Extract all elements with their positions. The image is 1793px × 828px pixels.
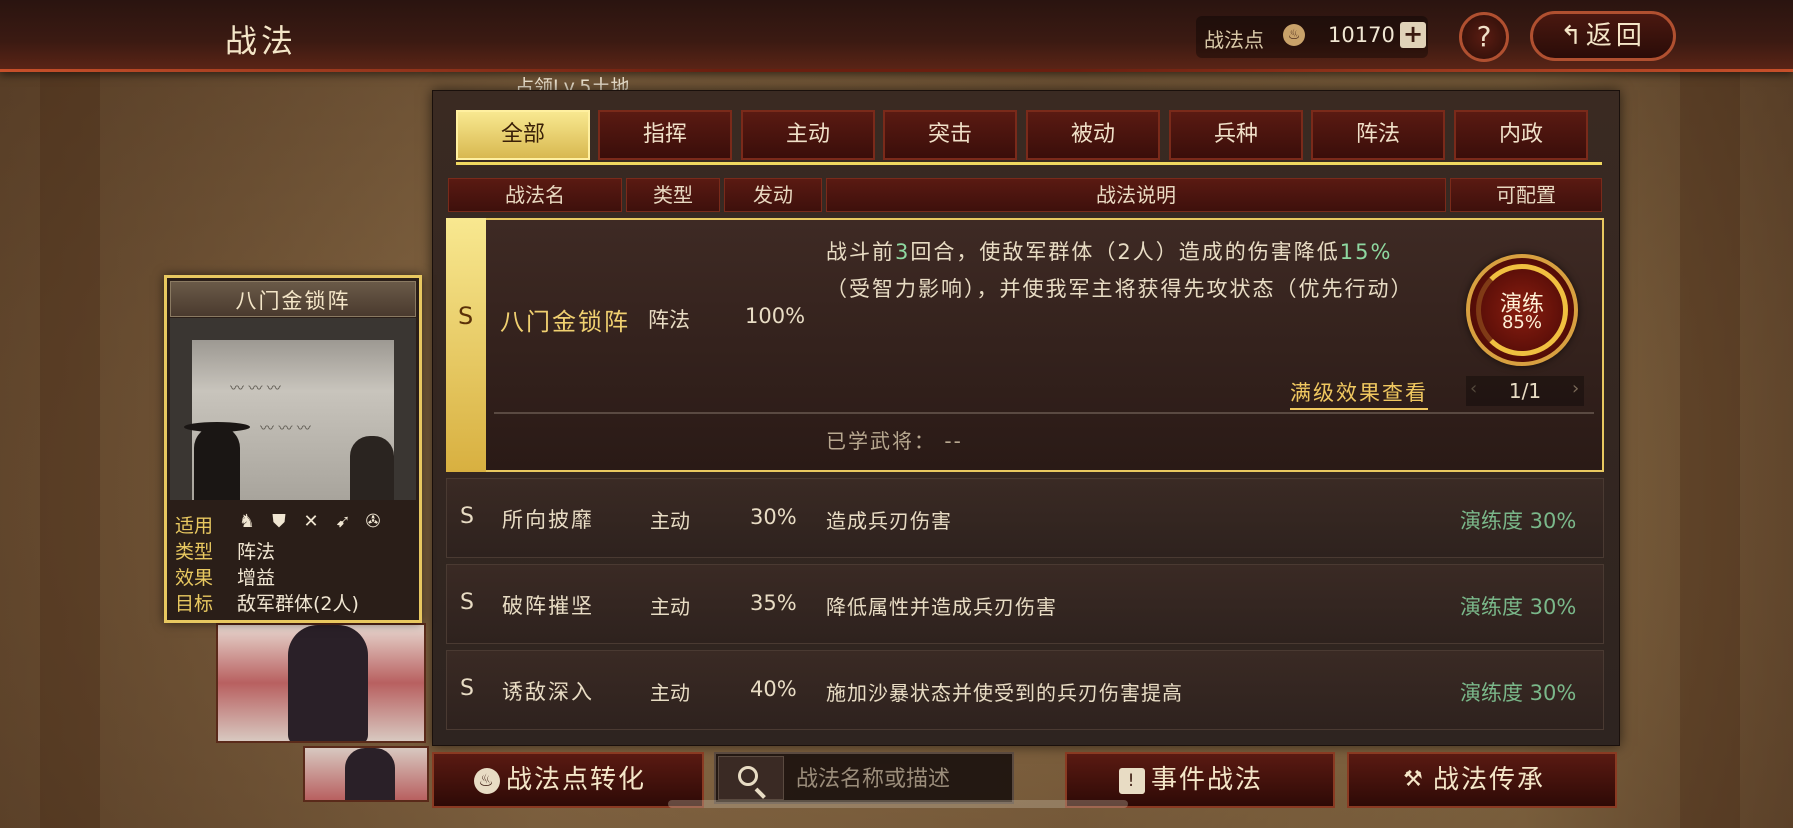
skill-description: 施加沙暴状态并使受到的兵刃伤害提高 (826, 681, 1183, 705)
skill-illustration: 〰 〰 〰 〰 〰 〰 (170, 318, 416, 500)
skill-points-label: 战法点 (1204, 28, 1264, 52)
pager-next-icon[interactable]: › (1572, 378, 1579, 399)
skill-description: 降低属性并造成兵刃伤害 (826, 595, 1057, 619)
skill-grade: S (458, 302, 474, 330)
tab-underline (456, 162, 1602, 165)
card-apply-label: 适用 (175, 515, 214, 537)
page-title: 战法 (225, 22, 298, 60)
skill-name: 所向披靡 (502, 508, 594, 532)
back-button[interactable]: ↰返回 (1530, 11, 1676, 61)
column-header-name[interactable]: 战法名 (448, 178, 622, 212)
card-type-label: 类型 (175, 541, 214, 563)
tab-troop[interactable]: 兵种 (1169, 110, 1303, 160)
skill-name: 八门金锁阵 (500, 308, 630, 336)
selected-grade-strip (446, 218, 486, 472)
card-effect-value: 增益 (237, 567, 276, 589)
skill-trigger-rate: 40% (750, 677, 797, 701)
tab-passive[interactable]: 被动 (1026, 110, 1160, 160)
column-header-trigger[interactable]: 发动 (724, 178, 822, 212)
skill-type: 阵法 (648, 308, 690, 332)
skill-type: 主动 (650, 681, 690, 705)
skill-grade: S (460, 504, 474, 529)
scroll-indicator[interactable] (668, 800, 1128, 808)
general-card[interactable] (303, 746, 429, 802)
tab-formation[interactable]: 阵法 (1311, 110, 1445, 160)
shield-icon: ⛊ (272, 511, 286, 532)
hammer-icon: ⚒ (1403, 767, 1425, 792)
skill-type: 主动 (650, 595, 690, 619)
general-silhouette (345, 748, 395, 800)
card-target-label: 目标 (175, 593, 214, 615)
tab-internal[interactable]: 内政 (1454, 110, 1588, 160)
search-input[interactable] (796, 764, 1006, 794)
drill-progress-text: 演练度 30% (1460, 595, 1577, 619)
help-button[interactable]: ? (1459, 12, 1509, 62)
column-header-configurable[interactable]: 可配置 (1450, 178, 1602, 212)
skill-description: 战斗前3回合，使敌军群体（2人）造成的伤害降低15%（受智力影响），并使我军主将… (826, 240, 1414, 301)
bow-icon: ✕ (303, 511, 319, 532)
skill-trigger-rate: 30% (750, 505, 797, 529)
inherit-skill-button[interactable]: ⚒ 战法传承 (1347, 752, 1617, 808)
card-title: 八门金锁阵 (235, 289, 351, 313)
skill-row[interactable] (446, 478, 1604, 558)
tab-assault[interactable]: 突击 (883, 110, 1017, 160)
background-pillar (40, 70, 100, 828)
drill-progress-text: 演练度 30% (1460, 509, 1577, 533)
card-effect-label: 效果 (175, 567, 214, 589)
cavalry-icon: ♞ (238, 511, 256, 532)
skill-name: 诱敌深入 (502, 680, 594, 704)
spear-icon: ➹ (335, 511, 351, 532)
skill-trigger-rate: 100% (745, 304, 806, 328)
column-header-type[interactable]: 类型 (626, 178, 720, 212)
skill-grade: S (460, 676, 474, 701)
back-label: 返回 (1585, 21, 1646, 51)
drill-progress-text: 演练度 30% (1460, 681, 1577, 705)
skill-description: 造成兵刃伤害 (826, 509, 952, 533)
learned-generals: 已学武将： -- (826, 429, 963, 453)
skill-name: 破阵摧坚 (502, 594, 594, 618)
flame-icon: ♨ (474, 768, 500, 794)
search-icon (738, 766, 758, 786)
column-header-description: 战法说明 (826, 178, 1446, 212)
flame-icon: ♨ (1283, 24, 1305, 46)
event-skills-label: 事件战法 (1151, 765, 1264, 795)
card-type-value: 阵法 (237, 541, 276, 563)
siege-icon: ✇ (365, 511, 381, 532)
background-pillar (1680, 70, 1740, 828)
inherit-skill-label: 战法传承 (1433, 765, 1546, 795)
tab-active[interactable]: 主动 (741, 110, 875, 160)
divider (494, 412, 1594, 414)
tab-all[interactable]: 全部 (456, 110, 590, 160)
max-level-effect-link[interactable]: 满级效果查看 (1290, 377, 1428, 410)
pager: 1/1 (1466, 376, 1584, 406)
skill-grade: S (460, 590, 474, 615)
add-points-button[interactable]: + (1400, 22, 1426, 48)
back-arrow-icon: ↰ (1560, 21, 1586, 51)
general-silhouette (288, 625, 368, 741)
skill-points-value: 10170 (1328, 23, 1395, 47)
drill-percent: 85% (1501, 312, 1542, 333)
general-card[interactable] (216, 623, 426, 743)
card-target-value: 敌军群体(2人) (237, 593, 359, 615)
tab-command[interactable]: 指挥 (598, 110, 732, 160)
skill-type: 主动 (650, 509, 690, 533)
convert-points-label: 战法点转化 (506, 765, 647, 795)
skill-trigger-rate: 35% (750, 591, 797, 615)
convert-points-button[interactable]: ♨ 战法点转化 (432, 752, 704, 808)
alert-icon: ! (1119, 768, 1145, 794)
